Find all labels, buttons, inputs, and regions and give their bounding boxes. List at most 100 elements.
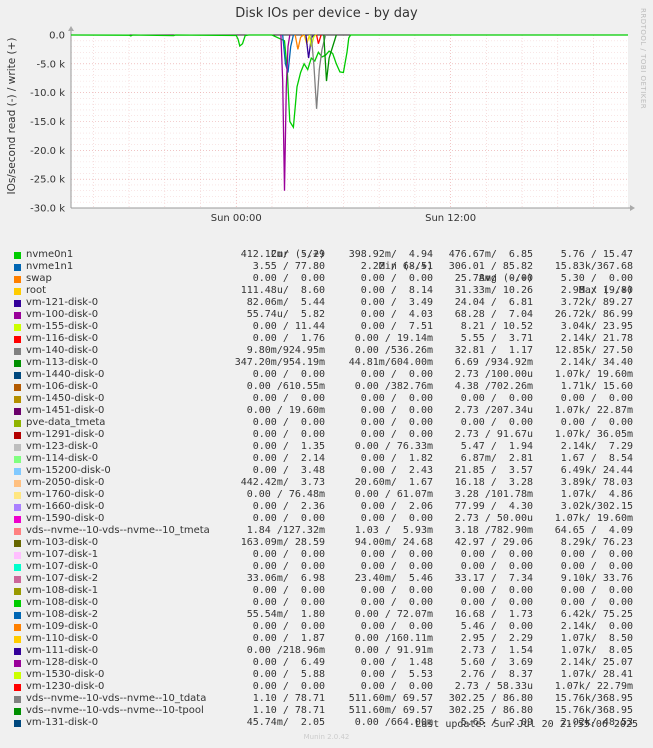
legend-rows: nvme0n1 412.12m/ 5.29 398.92m/ 4.94 476.67m… (12, 249, 642, 729)
legend-color-swatch (14, 696, 21, 703)
legend-color-swatch (14, 660, 21, 667)
legend-row: nvme0n1 412.12m/ 5.29 398.92m/ 4.94 476.67m… (12, 249, 642, 261)
legend-max-value: 1.07k/ 19.60m (554, 369, 633, 380)
legend-min-value: 0.00 / 0.00 (360, 405, 433, 416)
legend-series-name: vm-131-disk-0 (26, 717, 99, 728)
legend-max-value: 0.00 / 0.00 (560, 561, 633, 572)
legend-color-swatch (14, 516, 21, 523)
legend-avg-value: 0.00 / 0.00 (460, 393, 533, 404)
legend-max-value: 6.42k/ 75.25 (560, 609, 633, 620)
legend-min-value: 0.00 / 72.07m (354, 609, 433, 620)
y-tick-label: -15.0 k (30, 117, 65, 128)
legend-row: vm-1440-disk-0 0.00 / 0.00 0.00 / 0.00 2.73… (12, 369, 642, 381)
legend-cur-value: 3.55 / 77.80 (252, 261, 325, 272)
legend-min-value: 0.00 /536.26m (354, 345, 433, 356)
y-tick-label: -20.0 k (30, 146, 65, 157)
legend-row: vm-108-disk-0 0.00 / 0.00 0.00 / 0.00 0.00 … (12, 597, 642, 609)
legend-avg-value: 68.28 / 7.04 (454, 309, 533, 320)
plot-background (71, 35, 628, 208)
legend-max-value: 3.02k/302.15 (560, 501, 633, 512)
legend-series-name: vm-1660-disk-0 (26, 501, 105, 512)
legend-max-value: 2.98 / 19.80 (560, 285, 633, 296)
legend-min-value: 0.00 / 76.33m (354, 441, 433, 452)
legend-color-swatch (14, 720, 21, 727)
legend-cur-value: 163.09m/ 28.59 (240, 537, 325, 548)
legend-color-swatch (14, 684, 21, 691)
legend-series-name: vm-103-disk-0 (26, 537, 99, 548)
legend-color-swatch (14, 480, 21, 487)
legend-min-value: 44.81m/604.00m (348, 357, 433, 368)
legend-avg-value: 302.25 / 86.80 (448, 693, 533, 704)
legend-max-value: 2.14k/ 21.78 (560, 333, 633, 344)
legend-min-value: 0.00 / 7.51 (360, 321, 433, 332)
y-tick-label: -30.0 k (30, 204, 65, 215)
legend-min-value: 0.00 /382.76m (354, 381, 433, 392)
legend-series-name: vds--nvme--10-vds--nvme--10_tdata (26, 693, 207, 704)
legend-avg-value: 2.73 / 1.54 (460, 645, 533, 656)
legend-min-value: 0.00 /160.11m (354, 633, 433, 644)
legend-min-value: 0.00 / 0.00 (360, 621, 433, 632)
legend-color-swatch (14, 336, 21, 343)
plot-area: 0.0 -5.0 k -10.0 k -15.0 k -20.0 k -25.0 k -30… (30, 26, 635, 224)
legend-cur-value: 0.00 / 2.14 (252, 453, 325, 464)
legend-cur-value: 0.00 / 0.00 (252, 621, 325, 632)
legend-cur-value: 442.42m/ 3.73 (240, 477, 325, 488)
legend-row: vm-108-disk-1 0.00 / 0.00 0.00 / 0.00 0.00 … (12, 585, 642, 597)
legend-max-value: 64.65 / 4.09 (554, 525, 633, 536)
legend-max-value: 0.00 / 0.00 (560, 393, 633, 404)
legend-color-swatch (14, 600, 21, 607)
legend-cur-value: 0.00 / 0.00 (252, 393, 325, 404)
legend-color-swatch (14, 672, 21, 679)
legend-min-value: 0.00 / 0.00 (360, 273, 433, 284)
legend-cur-value: 0.00 / 0.00 (252, 273, 325, 284)
legend-row: nvme1n1 3.55 / 77.80 2.22 / 68.51 306.01 / … (12, 261, 642, 273)
legend-cur-value: 0.00 / 0.00 (252, 417, 325, 428)
legend-min-value: 1.03 / 5.93m (354, 525, 433, 536)
legend-color-swatch (14, 612, 21, 619)
legend-cur-value: 0.00 /610.55m (246, 381, 325, 392)
legend-avg-value: 5.46 / 0.00 (460, 621, 533, 632)
legend-color-swatch (14, 276, 21, 283)
legend-row: vm-113-disk-0 347.20m/954.19m 44.81m/604.0… (12, 357, 642, 369)
legend-max-value: 0.00 / 0.00 (560, 597, 633, 608)
legend-color-swatch (14, 384, 21, 391)
legend-row: vm-1451-disk-0 0.00 / 19.60m 0.00 / 0.00 2.… (12, 405, 642, 417)
legend-min-value: 0.00 / 0.00 (360, 549, 433, 560)
legend-max-value: 5.30 / 0.00 (560, 273, 633, 284)
legend-series-name: vm-1440-disk-0 (26, 369, 105, 380)
legend-row: vm-155-disk-0 0.00 / 11.44 0.00 / 7.51 8.21… (12, 321, 642, 333)
legend-cur-value: 0.00 / 0.00 (252, 561, 325, 572)
legend-row: vm-1450-disk-0 0.00 / 0.00 0.00 / 0.00 0.00… (12, 393, 642, 405)
legend-color-swatch (14, 420, 21, 427)
legend-row: vm-1660-disk-0 0.00 / 2.36 0.00 / 2.06 77.9… (12, 501, 642, 513)
legend-series-name: nvme0n1 (26, 249, 74, 260)
legend-cur-value: 0.00 / 0.00 (252, 429, 325, 440)
legend-avg-value: 5.60 / 3.69 (460, 657, 533, 668)
legend-min-value: 0.00 / 1.82 (360, 453, 433, 464)
x-tick-label: Sun 12:00 (425, 213, 476, 224)
legend-avg-value: 77.99 / 4.30 (454, 501, 533, 512)
legend-min-value: 0.00 / 0.00 (360, 585, 433, 596)
legend-series-name: vm-111-disk-0 (26, 645, 99, 656)
legend-avg-value: 42.97 / 29.06 (454, 537, 533, 548)
legend-row: vm-123-disk-0 0.00 / 1.35 0.00 / 76.33m 5.4… (12, 441, 642, 453)
legend-max-value: 2.14k/ 25.07 (560, 657, 633, 668)
legend-cur-value: 0.00 / 6.49 (252, 657, 325, 668)
legend-row: vm-2050-disk-0 442.42m/ 3.73 20.60m/ 1.67 1… (12, 477, 642, 489)
legend-cur-value: 55.54m/ 1.80 (246, 609, 325, 620)
legend-series-name: vm-114-disk-0 (26, 453, 99, 464)
legend-max-value: 1.07k/ 8.05 (560, 645, 633, 656)
legend-color-swatch (14, 312, 21, 319)
legend-cur-value: 0.00 / 2.36 (252, 501, 325, 512)
legend-series-name: vds--nvme--10-vds--nvme--10_tmeta (26, 525, 210, 536)
legend-max-value: 2.14k/ 0.00 (560, 621, 633, 632)
legend-cur-value: 55.74u/ 5.82 (246, 309, 325, 320)
legend-row: vds--nvme--10-vds--nvme--10_tdata 1.10 / … (12, 693, 642, 705)
legend-min-value: 0.00 / 8.14 (360, 285, 433, 296)
y-axis-arrow (68, 26, 74, 31)
legend-cur-value: 0.00 / 0.00 (252, 369, 325, 380)
legend-row: vm-107-disk-1 0.00 / 0.00 0.00 / 0.00 0.00 … (12, 549, 642, 561)
x-tick-label: Sun 00:00 (211, 213, 262, 224)
legend-cur-value: 0.00 / 11.44 (252, 321, 325, 332)
legend-min-value: 0.00 / 0.00 (360, 429, 433, 440)
